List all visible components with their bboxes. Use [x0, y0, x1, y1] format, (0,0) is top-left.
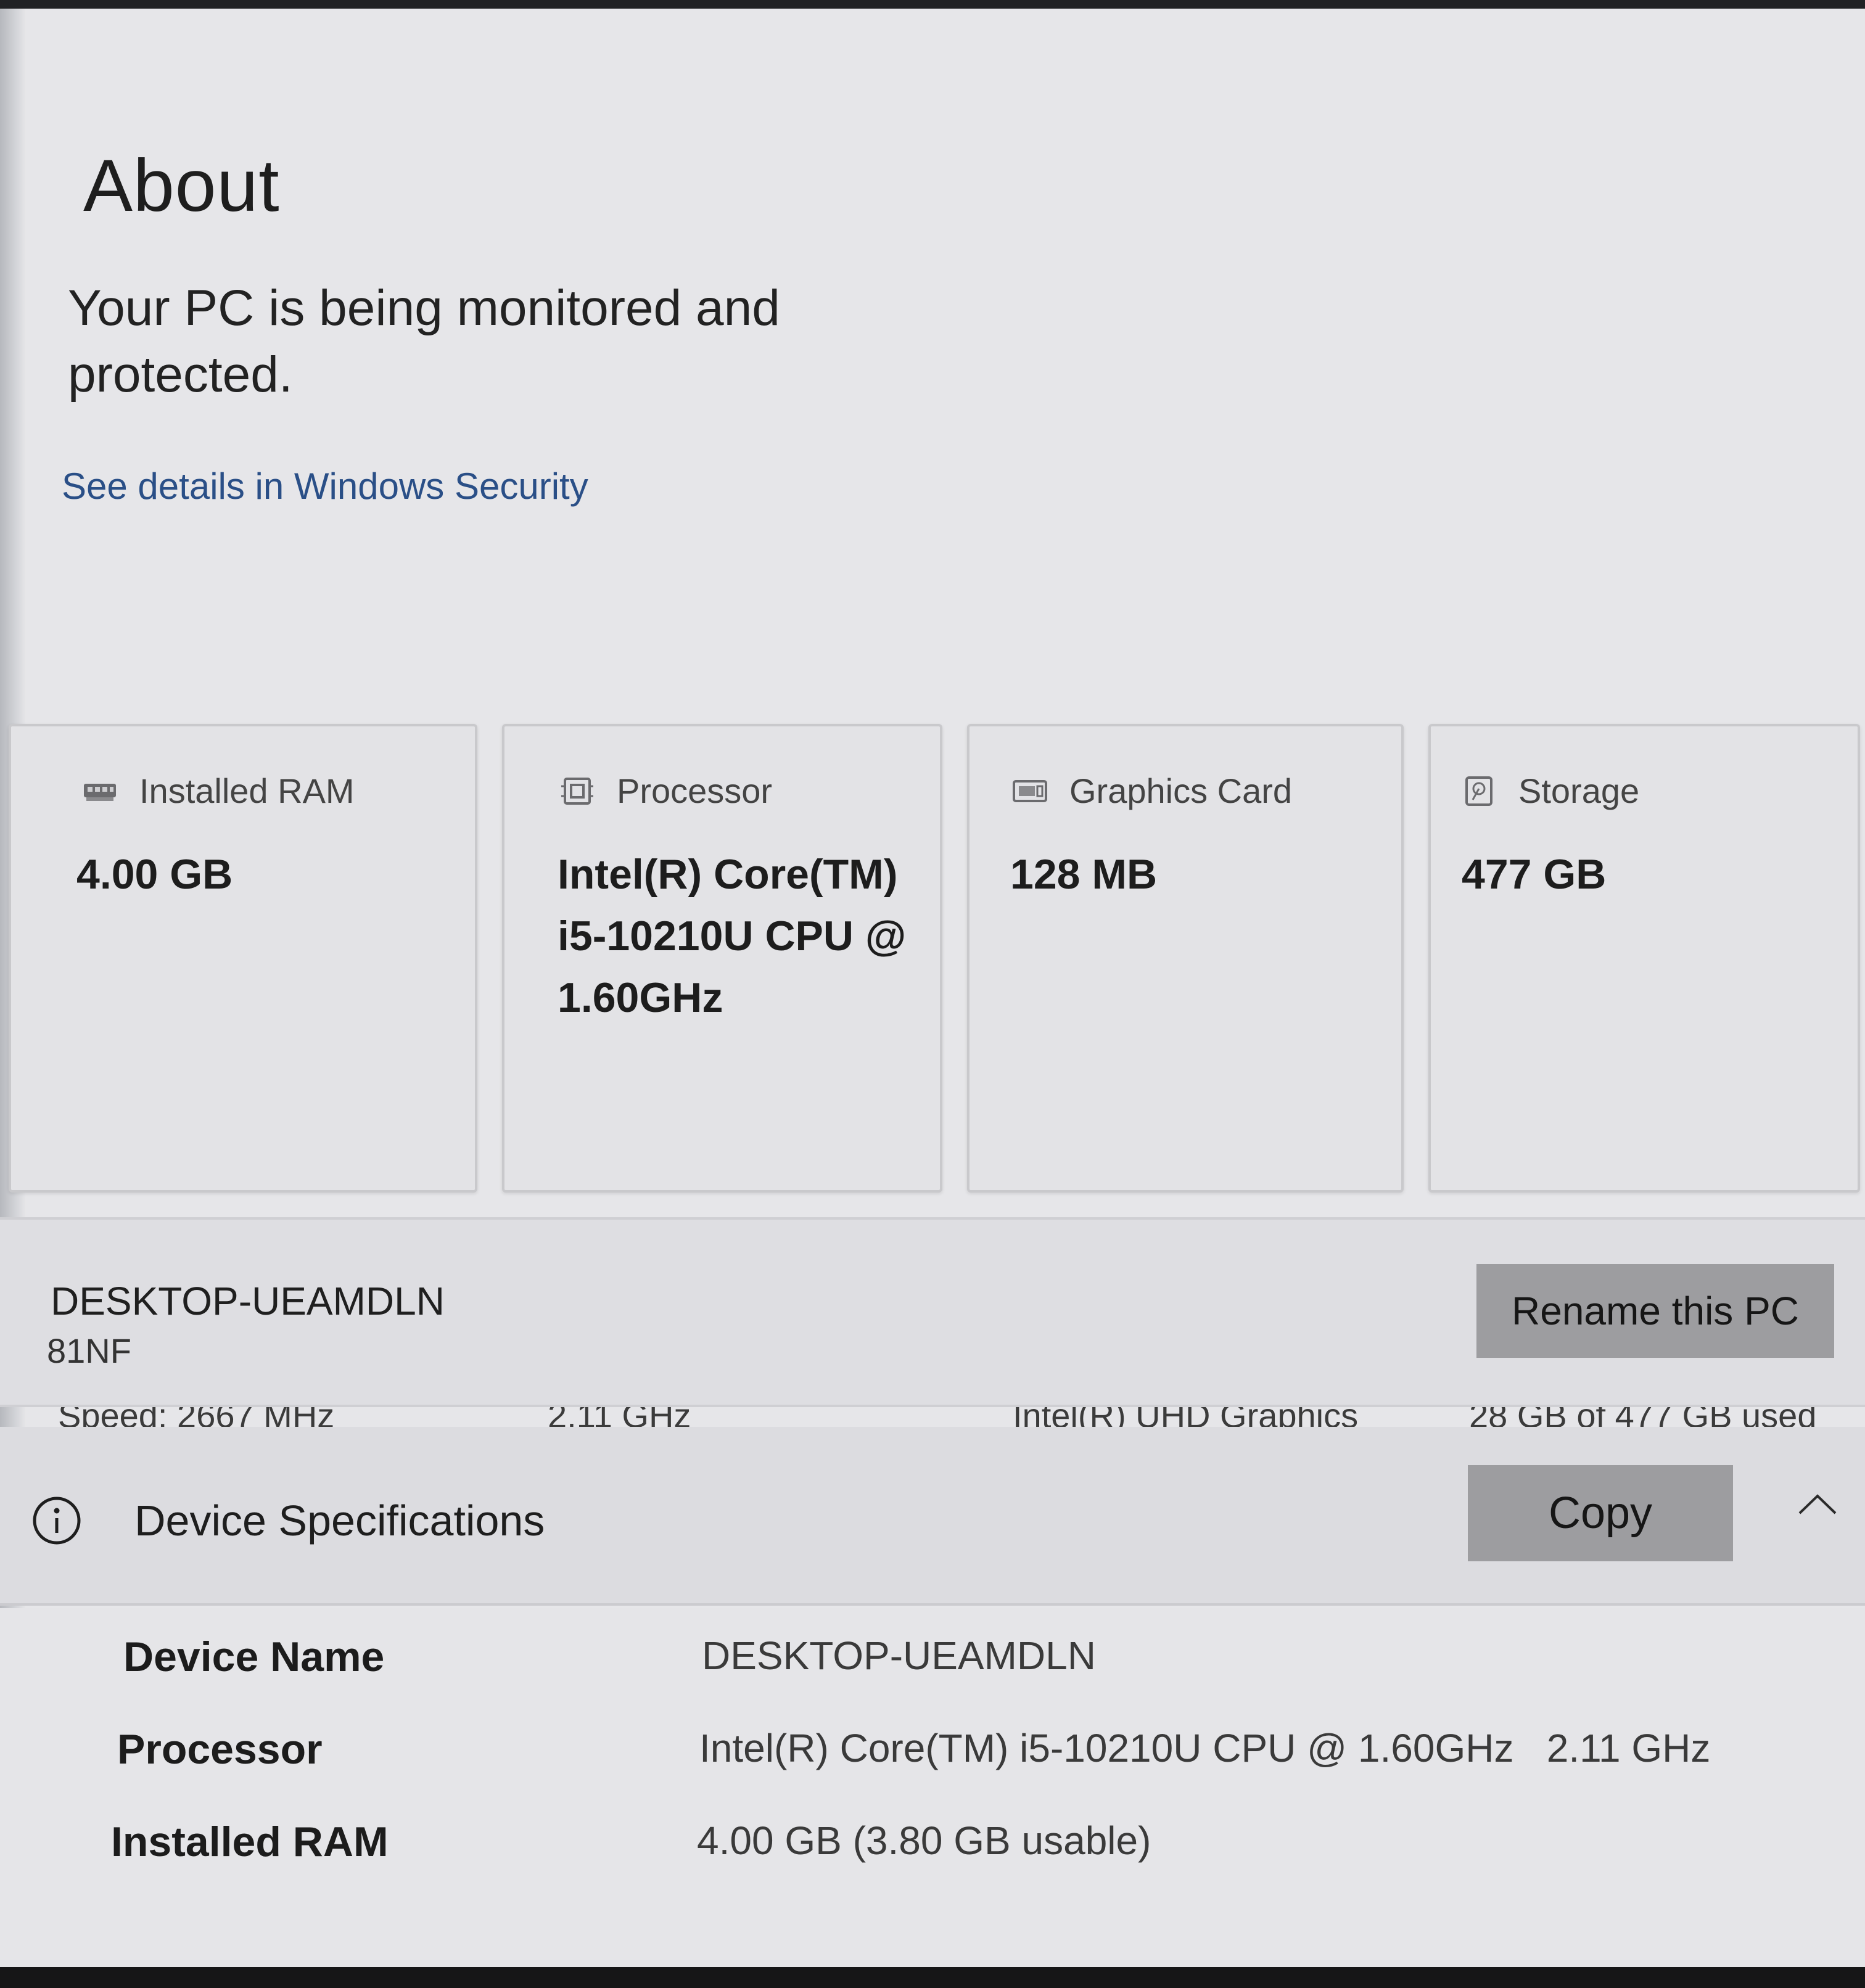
- copy-button[interactable]: Copy: [1468, 1465, 1733, 1561]
- card-header: Installed RAM: [81, 771, 355, 811]
- card-value: 4.00 GB: [76, 851, 233, 898]
- card-storage: Storage 477 GB 28 GB of 477 GB used: [1428, 724, 1860, 1435]
- card-title: Processor: [617, 771, 773, 810]
- spec-row-device-name: Device Name DESKTOP-UEAMDLN: [0, 1633, 1865, 1707]
- card-title: Graphics Card: [1069, 771, 1293, 810]
- security-status-text: Your PC is being monitored and protected…: [68, 280, 780, 403]
- info-icon: [31, 1495, 83, 1546]
- ram-icon: [81, 775, 118, 807]
- chevron-up-icon[interactable]: [1796, 1489, 1839, 1519]
- card-value: 477 GB: [1462, 851, 1607, 898]
- processor-icon: [559, 775, 596, 807]
- device-model: 81NF: [47, 1331, 131, 1370]
- card-installed-ram: Installed RAM 4.00 GB Speed: 2667 MHz: [9, 724, 477, 1435]
- specs-title: Device Specifications: [134, 1497, 545, 1545]
- device-specifications-header[interactable]: Device Specifications Copy: [0, 1427, 1865, 1606]
- spec-row-processor: Processor Intel(R) Core(TM) i5-10210U CP…: [0, 1725, 1865, 1799]
- card-value: Intel(R) Core(TM) i5-10210U CPU @ 1.60GH…: [558, 851, 907, 1021]
- device-specifications-list: Device Name DESKTOP-UEAMDLN Processor In…: [0, 1608, 1865, 1967]
- spec-label: Processor: [117, 1726, 323, 1773]
- card-value: 128 MB: [1010, 851, 1158, 898]
- card-header: Graphics Card: [1011, 771, 1292, 811]
- card-title: Storage: [1518, 771, 1640, 810]
- device-name-section: DESKTOP-UEAMDLN 81NF Rename this PC: [0, 1217, 1865, 1407]
- spec-label: Installed RAM: [111, 1818, 389, 1865]
- device-hostname: DESKTOP-UEAMDLN: [51, 1279, 445, 1323]
- spec-value: Intel(R) Core(TM) i5-10210U CPU @ 1.60GH…: [699, 1726, 1711, 1770]
- card-header: Storage: [1460, 771, 1639, 811]
- windows-security-link[interactable]: See details in Windows Security: [62, 465, 588, 507]
- spec-label: Device Name: [123, 1633, 385, 1680]
- page-title: About: [83, 144, 280, 227]
- spec-value: DESKTOP-UEAMDLN: [702, 1633, 1096, 1678]
- rename-pc-button[interactable]: Rename this PC: [1476, 1264, 1834, 1358]
- storage-icon: [1460, 775, 1497, 807]
- spec-row-installed-ram: Installed RAM 4.00 GB (3.80 GB usable): [0, 1818, 1865, 1892]
- graphics-card-icon: [1011, 775, 1048, 807]
- bottom-bezel: [0, 1967, 1865, 1988]
- card-graphics: Graphics Card 128 MB Intel(R) UHD Graphi…: [967, 724, 1404, 1435]
- card-header: Processor: [559, 771, 772, 811]
- card-processor: Processor Intel(R) Core(TM) i5-10210U CP…: [502, 724, 942, 1435]
- spec-value: 4.00 GB (3.80 GB usable): [697, 1818, 1151, 1863]
- settings-window: About Your PC is being monitored and pro…: [0, 9, 1865, 1967]
- card-title: Installed RAM: [139, 771, 355, 810]
